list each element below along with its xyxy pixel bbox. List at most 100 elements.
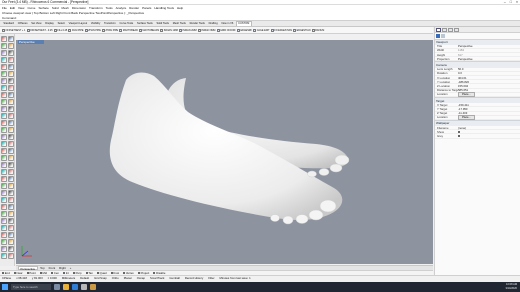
tool-icon[interactable]: [8, 105, 14, 112]
status-item[interactable]: Gumball: [169, 276, 179, 280]
properties-tab-icon[interactable]: [436, 28, 441, 32]
toolbar-tab-curve-tools[interactable]: Curve Tools: [118, 21, 135, 26]
toolbar-tab-new-in-v6[interactable]: New in V6: [220, 21, 235, 26]
tool-icon[interactable]: [1, 175, 7, 182]
viewport-label[interactable]: Perspective: [18, 40, 44, 44]
toolbar-tab-render-tools[interactable]: Render Tools: [188, 21, 207, 26]
tool-icon[interactable]: [1, 154, 7, 161]
status-item[interactable]: z 0.000: [48, 276, 57, 280]
property-value[interactable]: (none): [458, 126, 520, 130]
menu-item-surface[interactable]: Surface: [38, 6, 48, 10]
tool-icon[interactable]: [8, 217, 14, 224]
tool-icon[interactable]: [1, 168, 7, 175]
tool-icon[interactable]: [1, 98, 7, 105]
tool-icon[interactable]: [8, 196, 14, 203]
taskbar-clock[interactable]: 10:08 AM 3/14/2020: [505, 283, 517, 291]
tool-icon[interactable]: [8, 224, 14, 231]
tool-icon[interactable]: [1, 147, 7, 154]
viewport-page-icon[interactable]: [436, 34, 440, 38]
tool-icon[interactable]: [8, 238, 14, 245]
tool-icon[interactable]: [8, 63, 14, 70]
command-button[interactable]: CAGE EDIT: [253, 28, 270, 32]
tool-icon[interactable]: [8, 91, 14, 98]
status-item[interactable]: Record History: [185, 276, 204, 280]
tool-icon[interactable]: [1, 126, 7, 133]
menu-item-tools[interactable]: Tools: [106, 6, 113, 10]
toolbar-tab-set-view[interactable]: Set View: [29, 21, 43, 26]
status-item[interactable]: Minutes from last save: 1: [220, 276, 251, 280]
tool-icon[interactable]: [1, 91, 7, 98]
toolbar-tab-standard[interactable]: Standard: [2, 21, 16, 26]
command-button[interactable]: OFFSETNEST - 0.25: [26, 28, 53, 32]
tool-icon[interactable]: [1, 112, 7, 119]
tool-icon[interactable]: [8, 119, 14, 126]
taskbar-search[interactable]: Type here to search: [11, 284, 51, 290]
tool-icon[interactable]: [1, 224, 7, 231]
toolbar-tab-cplanes[interactable]: CPlanes: [16, 21, 29, 26]
display-tab-icon[interactable]: [448, 28, 453, 32]
tool-icon[interactable]: [1, 42, 7, 49]
toolbar-tab-visibility[interactable]: Visibility: [89, 21, 102, 26]
status-item[interactable]: Default: [80, 276, 89, 280]
tool-icon[interactable]: [1, 210, 7, 217]
task-view-icon[interactable]: [54, 284, 60, 290]
tool-icon[interactable]: [8, 140, 14, 147]
place-button[interactable]: Place...: [458, 91, 475, 97]
tool-icon[interactable]: [8, 98, 14, 105]
status-item[interactable]: Ortho: [112, 276, 119, 280]
tool-icon[interactable]: [1, 56, 7, 63]
toolbar-tab-mesh-tools[interactable]: Mesh Tools: [171, 21, 188, 26]
tool-icon[interactable]: [8, 182, 14, 189]
command-button[interactable]: ZHAN PIPE: [102, 28, 118, 32]
status-item[interactable]: Millimeters: [62, 276, 75, 280]
file-explorer-icon[interactable]: [63, 284, 69, 290]
toolbar-tab-transform[interactable]: Transform: [102, 21, 118, 26]
menu-item-solid[interactable]: Solid: [52, 6, 59, 10]
tool-icon[interactable]: [1, 161, 7, 168]
tool-icon[interactable]: [8, 210, 14, 217]
toolbar-tab-surface-tools[interactable]: Surface Tools: [135, 21, 155, 26]
status-item[interactable]: y 81.003: [32, 276, 43, 280]
help-tab-icon[interactable]: [454, 28, 459, 32]
command-button[interactable]: OFFSETNEST + 1: [2, 28, 25, 32]
property-checkbox[interactable]: [458, 130, 461, 134]
tool-icon[interactable]: [1, 182, 7, 189]
tool-icon[interactable]: [1, 70, 7, 77]
command-button[interactable]: FILM PIPE: [68, 28, 84, 32]
command-button[interactable]: RAVIUM: [311, 28, 324, 32]
tool-icon[interactable]: [8, 161, 14, 168]
status-item[interactable]: Grid Snap: [94, 276, 107, 280]
menu-item-file[interactable]: File: [2, 6, 7, 10]
tool-icon[interactable]: [8, 147, 14, 154]
layers-tab-icon[interactable]: [442, 28, 447, 32]
command-button[interactable]: INDIAN 2MM: [179, 28, 197, 32]
browser-icon[interactable]: [72, 284, 78, 290]
tool-icon[interactable]: [8, 42, 14, 49]
command-button[interactable]: FILL 0.25: [53, 28, 67, 32]
tool-icon[interactable]: [1, 119, 7, 126]
command-button[interactable]: GRID ON/OFF: [216, 28, 236, 32]
status-item[interactable]: Osnap: [137, 276, 145, 280]
command-button[interactable]: MAXTOBEAD: [119, 28, 138, 32]
tool-icon[interactable]: [8, 252, 14, 259]
tool-icon[interactable]: [8, 56, 14, 63]
menu-item-edit[interactable]: Edit: [10, 6, 15, 10]
status-item[interactable]: x 68.418: [16, 276, 27, 280]
command-button[interactable]: MAXTOBEADS: [138, 28, 159, 32]
status-item[interactable]: Filter: [208, 276, 214, 280]
toolbar-tab-select[interactable]: Select: [56, 21, 67, 26]
tool-icon[interactable]: [1, 49, 7, 56]
tool-icon[interactable]: [1, 196, 7, 203]
tool-icon[interactable]: [1, 245, 7, 252]
tool-icon[interactable]: [8, 154, 14, 161]
tool-icon[interactable]: [8, 126, 14, 133]
tool-icon[interactable]: [1, 133, 7, 140]
status-item[interactable]: SmartTrack: [150, 276, 164, 280]
tool-icon[interactable]: [1, 252, 7, 259]
tool-icon[interactable]: [8, 35, 14, 42]
tool-icon[interactable]: [8, 112, 14, 119]
tool-icon[interactable]: [1, 84, 7, 91]
tool-icon[interactable]: [8, 49, 14, 56]
menu-item-curve[interactable]: Curve: [27, 6, 35, 10]
tool-icon[interactable]: [8, 70, 14, 77]
